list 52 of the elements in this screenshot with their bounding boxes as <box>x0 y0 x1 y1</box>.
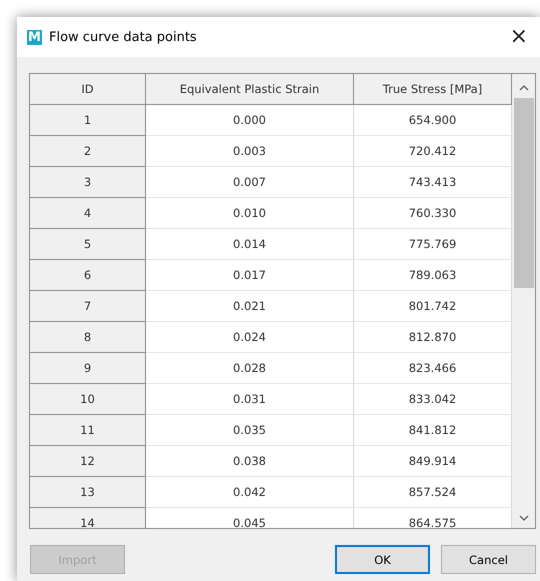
scrollbar[interactable] <box>512 74 535 528</box>
table-cell: 0.038 <box>146 446 354 477</box>
scroll-thumb[interactable] <box>514 98 534 288</box>
table-cell: 0.042 <box>146 477 354 508</box>
table-cell: 0.007 <box>146 167 354 198</box>
table-cell: 0.031 <box>146 384 354 415</box>
row-header[interactable]: 11 <box>30 415 146 446</box>
table-cell: 833.042 <box>354 384 512 415</box>
table-cell: 812.870 <box>354 322 512 353</box>
window-title: Flow curve data points <box>49 30 198 44</box>
table-cell: 789.063 <box>354 260 512 291</box>
column-header[interactable]: Equivalent Plastic Strain <box>146 74 354 105</box>
row-header[interactable]: 13 <box>30 477 146 508</box>
row-header[interactable]: 1 <box>30 105 146 136</box>
table-cell: 0.017 <box>146 260 354 291</box>
close-button[interactable]: × <box>510 26 528 48</box>
table-cell: 0.028 <box>146 353 354 384</box>
row-header[interactable]: 4 <box>30 198 146 229</box>
table-cell: 0.010 <box>146 198 354 229</box>
cancel-button[interactable]: Cancel <box>441 545 536 574</box>
row-header[interactable]: 10 <box>30 384 146 415</box>
table-cell: 841.812 <box>354 415 512 446</box>
table-cell: 849.914 <box>354 446 512 477</box>
table-cell: 801.742 <box>354 291 512 322</box>
table-cell: 857.524 <box>354 477 512 508</box>
row-header[interactable]: 2 <box>30 136 146 167</box>
table-cell: 775.769 <box>354 229 512 260</box>
table-cell: 0.014 <box>146 229 354 260</box>
table-cell: 823.466 <box>354 353 512 384</box>
row-header[interactable]: 3 <box>30 167 146 198</box>
row-header[interactable]: 12 <box>30 446 146 477</box>
row-header[interactable]: 5 <box>30 229 146 260</box>
column-header[interactable]: True Stress [MPa] <box>354 74 512 105</box>
row-header[interactable]: 9 <box>30 353 146 384</box>
scroll-down-icon[interactable] <box>518 514 528 522</box>
scroll-up-icon[interactable] <box>518 84 528 92</box>
table-cell: 0.000 <box>146 105 354 136</box>
row-header[interactable]: 14 <box>30 508 146 528</box>
table-cell: 760.330 <box>354 198 512 229</box>
table-cell: 0.035 <box>146 415 354 446</box>
app-logo-icon: M <box>27 30 42 44</box>
row-header[interactable]: 8 <box>30 322 146 353</box>
table-cell: 654.900 <box>354 105 512 136</box>
column-header[interactable]: ID <box>30 74 146 105</box>
table-cell: 0.021 <box>146 291 354 322</box>
table-cell: 720.412 <box>354 136 512 167</box>
row-header[interactable]: 6 <box>30 260 146 291</box>
ok-button[interactable]: OK <box>335 545 430 574</box>
table-cell: 0.024 <box>146 322 354 353</box>
table-cell: 0.003 <box>146 136 354 167</box>
table-cell: 743.413 <box>354 167 512 198</box>
row-header[interactable]: 7 <box>30 291 146 322</box>
